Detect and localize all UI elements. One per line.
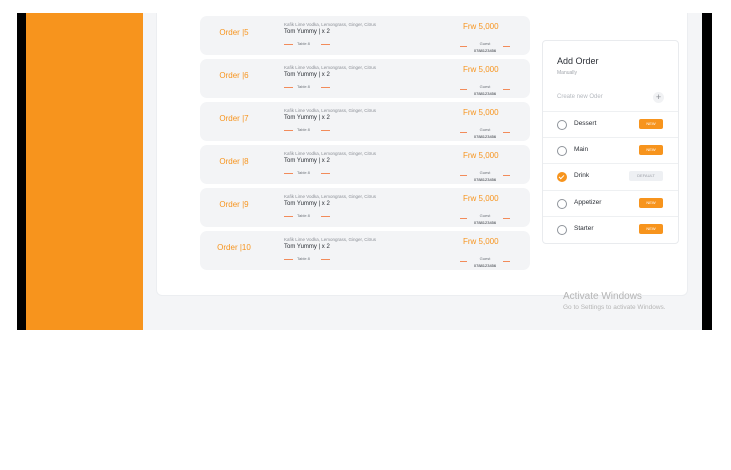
order-card[interactable]: Order |10 Kafik Lime Vodka, Lemongrass, … [200, 231, 530, 270]
order-price: Frw 5,000 [463, 194, 499, 203]
table-label: Table 8 [297, 41, 310, 46]
guest-phone: 0788123456 [473, 220, 497, 225]
radio-button[interactable] [557, 199, 567, 209]
order-price: Frw 5,000 [463, 108, 499, 117]
order-guest: Guest 0788123456 [460, 256, 510, 270]
order-description: Kafik Lime Vodka, Lemongrass, Ginger, Ci… [284, 194, 377, 199]
window-edge-right [702, 13, 712, 330]
category-label: Appetizer [574, 199, 602, 206]
order-guest: Guest 0788123456 [460, 41, 510, 55]
window-edge-left [17, 13, 26, 330]
new-badge: NEW [639, 198, 663, 208]
new-badge: NEW [639, 119, 663, 129]
order-card[interactable]: Order |8 Kafik Lime Vodka, Lemongrass, G… [200, 145, 530, 184]
create-order-input[interactable]: Create new Oder + [557, 92, 665, 104]
order-description: Kafik Lime Vodka, Lemongrass, Ginger, Ci… [284, 151, 377, 156]
order-item: Tom Yummy | x 2 [284, 201, 330, 207]
order-price: Frw 5,000 [463, 22, 499, 31]
order-title: Order |10 [217, 243, 251, 252]
add-order-title: Add Order [557, 56, 599, 66]
order-guest: Guest 0788123456 [460, 170, 510, 184]
category-label: Dessert [574, 120, 597, 127]
order-item: Tom Yummy | x 2 [284, 29, 330, 35]
new-badge: NEW [639, 224, 663, 234]
new-badge: NEW [639, 145, 663, 155]
create-order-placeholder: Create new Oder [557, 94, 603, 100]
guest-phone: 0788123456 [473, 263, 497, 268]
category-item-dessert[interactable]: Dessert NEW [543, 111, 678, 138]
plus-icon[interactable]: + [653, 92, 664, 103]
category-label: Drink [574, 172, 590, 179]
order-guest: Guest 0788123456 [460, 127, 510, 141]
radio-checked-icon[interactable] [557, 172, 567, 182]
table-label: Table 8 [297, 127, 310, 132]
order-title: Order |6 [219, 71, 249, 80]
guest-phone: 0788123456 [473, 134, 497, 139]
guest-phone: 0788123456 [473, 91, 497, 96]
order-description: Kafik Lime Vodka, Lemongrass, Ginger, Ci… [284, 22, 377, 27]
radio-button[interactable] [557, 146, 567, 156]
order-price: Frw 5,000 [463, 151, 499, 160]
order-card[interactable]: Order |6 Kafik Lime Vodka, Lemongrass, G… [200, 59, 530, 98]
order-table: Table 8 [284, 41, 330, 47]
order-title: Order |9 [219, 200, 249, 209]
category-item-main[interactable]: Main NEW [543, 137, 678, 164]
order-description: Kafik Lime Vodka, Lemongrass, Ginger, Ci… [284, 237, 377, 242]
sidebar [26, 13, 143, 330]
order-item: Tom Yummy | x 2 [284, 158, 330, 164]
add-order-card: Add Order Manually Create new Oder + Des… [542, 40, 679, 244]
order-description: Kafik Lime Vodka, Lemongrass, Ginger, Ci… [284, 108, 377, 113]
radio-button[interactable] [557, 225, 567, 235]
order-description: Kafik Lime Vodka, Lemongrass, Ginger, Ci… [284, 65, 377, 70]
activate-windows-watermark: Activate Windows Go to Settings to activ… [563, 291, 666, 311]
order-price: Frw 5,000 [463, 65, 499, 74]
radio-button[interactable] [557, 120, 567, 130]
order-item: Tom Yummy | x 2 [284, 72, 330, 78]
order-guest: Guest 0788123456 [460, 213, 510, 227]
watermark-title: Activate Windows [563, 291, 642, 302]
add-order-subtitle: Manually [557, 70, 578, 76]
order-guest: Guest 0788123456 [460, 84, 510, 98]
guest-phone: 0788123456 [473, 177, 497, 182]
category-label: Main [574, 146, 589, 153]
order-table: Table 8 [284, 256, 330, 262]
category-item-drink[interactable]: Drink DEFAULT [543, 163, 678, 190]
table-label: Table 8 [297, 84, 310, 89]
category-item-appetizer[interactable]: Appetizer NEW [543, 190, 678, 217]
order-table: Table 8 [284, 170, 330, 176]
order-title: Order |5 [219, 28, 249, 37]
order-card[interactable]: Order |7 Kafik Lime Vodka, Lemongrass, G… [200, 102, 530, 141]
table-label: Table 8 [297, 170, 310, 175]
order-table: Table 8 [284, 84, 330, 90]
table-label: Table 8 [297, 213, 310, 218]
category-item-starter[interactable]: Starter NEW [543, 216, 678, 243]
category-label: Starter [574, 225, 594, 232]
order-price: Frw 5,000 [463, 237, 499, 246]
order-card[interactable]: Order |9 Kafik Lime Vodka, Lemongrass, G… [200, 188, 530, 227]
default-badge: DEFAULT [629, 171, 663, 181]
order-title: Order |8 [219, 157, 249, 166]
order-item: Tom Yummy | x 2 [284, 244, 330, 250]
order-title: Order |7 [219, 114, 249, 123]
order-table: Table 8 [284, 213, 330, 219]
watermark-subtitle: Go to Settings to activate Windows. [563, 304, 666, 311]
guest-phone: 0788123456 [473, 48, 497, 53]
order-table: Table 8 [284, 127, 330, 133]
table-label: Table 8 [297, 256, 310, 261]
order-item: Tom Yummy | x 2 [284, 115, 330, 121]
order-card[interactable]: Order |5 Kafik Lime Vodka, Lemongrass, G… [200, 16, 530, 55]
